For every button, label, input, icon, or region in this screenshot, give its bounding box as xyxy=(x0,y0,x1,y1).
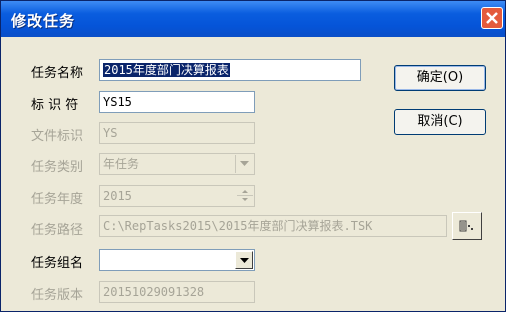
identifier-label: 标 识 符 xyxy=(31,98,79,113)
task-group-dropdown-button[interactable] xyxy=(235,251,253,269)
task-name-label: 任务名称 xyxy=(31,66,84,81)
task-name-value: 2015年度部门决算报表 xyxy=(103,63,230,77)
task-version-label: 任务版本 xyxy=(31,288,84,303)
dialog-title: 修改任务 xyxy=(11,12,76,30)
task-year-label: 任务年度 xyxy=(31,192,84,207)
task-year-spinner: 2015 xyxy=(99,185,255,207)
close-icon xyxy=(486,12,498,24)
close-button[interactable] xyxy=(481,7,503,29)
task-name-input[interactable]: 2015年度部门决算报表 xyxy=(99,59,361,81)
task-version-input: 20151029091328 xyxy=(99,281,255,303)
title-bar[interactable]: 修改任务 xyxy=(1,1,505,37)
task-type-value: 年任务 xyxy=(103,157,140,171)
ok-button[interactable]: 确定(O) xyxy=(394,65,486,91)
file-id-input: YS xyxy=(99,122,255,144)
chevron-down-icon xyxy=(240,161,249,166)
chevron-down-icon xyxy=(240,258,249,263)
task-type-select: 年任务 xyxy=(99,153,255,175)
spin-arrows-icon xyxy=(237,187,253,205)
file-id-label: 文件标识 xyxy=(31,129,84,144)
cancel-button[interactable]: 取消(C) xyxy=(394,109,486,135)
task-group-label: 任务组名 xyxy=(31,256,84,271)
browse-path-button[interactable] xyxy=(452,212,482,240)
folder-browse-icon xyxy=(459,220,473,232)
task-type-label: 任务类别 xyxy=(31,160,84,175)
task-group-select[interactable] xyxy=(99,249,255,271)
task-path-label: 任务路径 xyxy=(31,223,84,238)
task-type-dropdown-button xyxy=(235,155,253,173)
task-path-input: C:\RepTasks2015\2015年度部门决算报表.TSK xyxy=(99,215,447,237)
task-year-value: 2015 xyxy=(103,189,132,203)
modify-task-dialog: 修改任务 任务名称 标 识 符 文件标识 任务类别 任务年度 任务路径 任务组名… xyxy=(0,0,506,312)
identifier-input[interactable]: YS15 xyxy=(99,91,255,113)
